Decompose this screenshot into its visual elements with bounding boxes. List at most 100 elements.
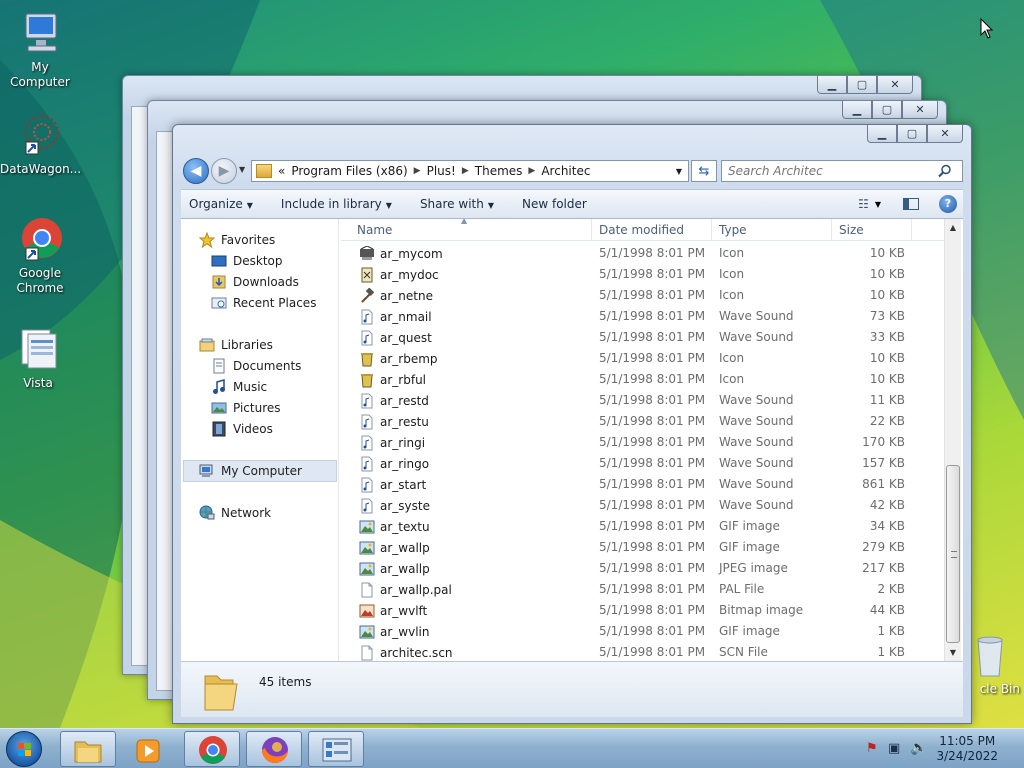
nav-my-computer[interactable]: My Computer — [199, 461, 302, 481]
preview-pane-icon[interactable] — [903, 198, 919, 210]
desktop-icon-vista[interactable]: Vista — [0, 326, 78, 391]
taskbar-control-panel-button[interactable] — [308, 731, 364, 767]
nav-network[interactable]: Network — [199, 503, 271, 523]
file-name-cell[interactable]: ar_wallp.pal — [359, 582, 452, 598]
search-input[interactable] — [728, 164, 938, 178]
file-row[interactable]: ar_start 5/1/1998 8:01 PM Wave Sound 861 KB — [341, 474, 941, 495]
column-header-name[interactable]: Name — [357, 223, 392, 237]
taskbar-firefox-button[interactable] — [246, 731, 302, 767]
scroll-up-arrow-icon[interactable]: ▲ — [945, 219, 961, 236]
file-name-cell[interactable]: ar_wvlin — [359, 624, 429, 640]
vertical-scrollbar[interactable]: ▲ ▼ — [944, 219, 961, 661]
nav-documents[interactable]: Documents — [211, 356, 301, 376]
file-row[interactable]: ar_mydoc 5/1/1998 8:01 PM Icon 10 KB — [341, 264, 941, 285]
nav-pictures[interactable]: Pictures — [211, 398, 281, 418]
file-name-cell[interactable]: architec.scn — [359, 645, 453, 661]
nav-desktop[interactable]: Desktop — [211, 251, 283, 271]
file-row[interactable]: ar_wallp.pal 5/1/1998 8:01 PM PAL File 2 KB — [341, 579, 941, 600]
address-overflow[interactable]: « — [276, 164, 287, 178]
column-header-size[interactable]: Size — [839, 223, 864, 237]
nav-downloads[interactable]: Downloads — [211, 272, 299, 292]
desktop-icon-my-computer[interactable]: My Computer — [0, 10, 80, 90]
breadcrumb-plus[interactable]: Plus! — [423, 164, 460, 178]
search-box[interactable] — [721, 160, 963, 182]
maximize-button[interactable]: ▢ — [872, 101, 902, 119]
scroll-down-arrow-icon[interactable]: ▼ — [945, 644, 961, 661]
maximize-button[interactable]: ▢ — [897, 125, 927, 143]
address-dropdown-icon[interactable]: ▼ — [670, 167, 688, 176]
back-button[interactable]: ◀ — [183, 158, 209, 184]
close-button[interactable]: ✕ — [927, 125, 963, 143]
file-name-cell[interactable]: ar_textu — [359, 519, 430, 535]
action-center-flag-icon[interactable]: ⚑ — [866, 741, 878, 756]
breadcrumb-program-files[interactable]: Program Files (x86) — [287, 164, 411, 178]
close-button[interactable]: ✕ — [877, 76, 913, 94]
taskbar-explorer-button[interactable] — [60, 731, 116, 767]
file-row[interactable]: ar_restu 5/1/1998 8:01 PM Wave Sound 22 KB — [341, 411, 941, 432]
minimize-button[interactable]: ▁ — [817, 76, 847, 94]
file-row[interactable]: ar_wallp 5/1/1998 8:01 PM GIF image 279 KB — [341, 537, 941, 558]
file-name-cell[interactable]: ar_quest — [359, 330, 432, 346]
file-row[interactable]: ar_mycom 5/1/1998 8:01 PM Icon 10 KB — [341, 243, 941, 264]
organize-button[interactable]: Organize ▼ — [181, 197, 267, 211]
breadcrumb-themes[interactable]: Themes — [471, 164, 527, 178]
file-row[interactable]: ar_rbemp 5/1/1998 8:01 PM Icon 10 KB — [341, 348, 941, 369]
file-name-cell[interactable]: ar_rbemp — [359, 351, 438, 367]
explorer-window[interactable]: ▁ ▢ ✕ ◀ ▶ ▼ « Program Files (x86) ▶ Plus… — [172, 124, 972, 724]
column-header-type[interactable]: Type — [719, 223, 747, 237]
close-button[interactable]: ✕ — [902, 101, 938, 119]
file-row[interactable]: ar_wallp 5/1/1998 8:01 PM JPEG image 217 KB — [341, 558, 941, 579]
taskbar-media-player-button[interactable] — [120, 731, 176, 767]
refresh-button[interactable]: ⇆ — [691, 160, 717, 182]
file-name-cell[interactable]: ar_start — [359, 477, 426, 493]
breadcrumb-separator-icon[interactable]: ▶ — [526, 166, 537, 176]
minimize-button[interactable]: ▁ — [867, 125, 897, 143]
include-in-library-button[interactable]: Include in library ▼ — [267, 197, 406, 211]
desktop-icon-google-chrome[interactable]: Google Chrome — [0, 216, 80, 296]
file-name-cell[interactable]: ar_wvlft — [359, 603, 427, 619]
file-name-cell[interactable]: ar_restd — [359, 393, 429, 409]
file-name-cell[interactable]: ar_wallp — [359, 561, 430, 577]
file-row[interactable]: ar_nmail 5/1/1998 8:01 PM Wave Sound 73 KB — [341, 306, 941, 327]
breadcrumb-separator-icon[interactable]: ▶ — [412, 166, 423, 176]
clock[interactable]: 11:05 PM 3/24/2022 — [936, 734, 998, 764]
nav-libraries[interactable]: Libraries — [199, 335, 273, 355]
file-row[interactable]: ar_ringi 5/1/1998 8:01 PM Wave Sound 170 KB — [341, 432, 941, 453]
breadcrumb-architec[interactable]: Architec — [537, 164, 594, 178]
file-name-cell[interactable]: ar_rbful — [359, 372, 426, 388]
nav-music[interactable]: Music — [211, 377, 267, 397]
search-icon[interactable] — [938, 164, 952, 178]
file-name-cell[interactable]: ar_mycom — [359, 245, 443, 262]
volume-icon[interactable]: 🔈 — [910, 740, 927, 756]
maximize-button[interactable]: ▢ — [847, 76, 877, 94]
file-row[interactable]: ar_rbful 5/1/1998 8:01 PM Icon 10 KB — [341, 369, 941, 390]
file-name-cell[interactable]: ar_mydoc — [359, 267, 439, 283]
minimize-button[interactable]: ▁ — [842, 101, 872, 119]
view-options-icon[interactable]: ☷ — [858, 197, 869, 211]
nav-favorites[interactable]: Favorites — [198, 230, 275, 250]
file-row[interactable]: ar_restd 5/1/1998 8:01 PM Wave Sound 11 KB — [341, 390, 941, 411]
file-name-cell[interactable]: ar_ringo — [359, 456, 429, 472]
nav-videos[interactable]: Videos — [211, 419, 273, 439]
file-name-cell[interactable]: ar_netne — [359, 287, 433, 304]
scroll-thumb[interactable] — [946, 465, 960, 643]
address-bar[interactable]: « Program Files (x86) ▶ Plus! ▶ Themes ▶… — [251, 160, 689, 182]
forward-button[interactable]: ▶ — [211, 158, 237, 184]
file-row[interactable]: ar_textu 5/1/1998 8:01 PM GIF image 34 KB — [341, 516, 941, 537]
file-row[interactable]: ar_wvlin 5/1/1998 8:01 PM GIF image 1 KB — [341, 621, 941, 642]
file-row[interactable]: ar_wvlft 5/1/1998 8:01 PM Bitmap image 44 K… — [341, 600, 941, 621]
taskbar-chrome-button[interactable] — [184, 731, 240, 767]
desktop-icon-datawagon[interactable]: DataWagon... — [0, 112, 81, 177]
network-status-icon[interactable]: ▣ — [888, 741, 900, 756]
new-folder-button[interactable]: New folder — [508, 197, 601, 211]
file-row[interactable]: ar_syste 5/1/1998 8:01 PM Wave Sound 42 KB — [341, 495, 941, 516]
view-dropdown-icon[interactable]: ▼ — [875, 200, 881, 209]
file-name-cell[interactable]: ar_syste — [359, 498, 430, 514]
file-name-cell[interactable]: ar_restu — [359, 414, 429, 430]
file-row[interactable]: ar_ringo 5/1/1998 8:01 PM Wave Sound 157 KB — [341, 453, 941, 474]
recent-pages-dropdown[interactable]: ▼ — [239, 165, 245, 174]
file-name-cell[interactable]: ar_wallp — [359, 540, 430, 556]
nav-recent-places[interactable]: Recent Places — [211, 293, 316, 313]
breadcrumb-separator-icon[interactable]: ▶ — [460, 166, 471, 176]
file-row[interactable]: ar_netne 5/1/1998 8:01 PM Icon 10 KB — [341, 285, 941, 306]
